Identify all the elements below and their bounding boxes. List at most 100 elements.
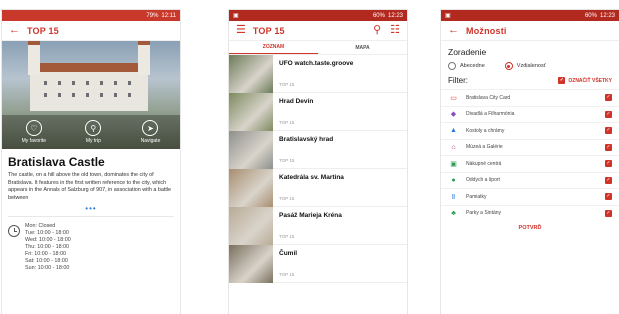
checkbox-checked-icon: ✓	[558, 77, 566, 84]
list-item[interactable]: Pasáž Marieja Kréna TOP 15	[229, 207, 407, 245]
confirm-button[interactable]: POTVRĎ	[441, 221, 619, 231]
notification-icon: ▣	[445, 13, 451, 19]
filter-label: Bratislava City Card	[466, 94, 511, 101]
hours-line: Sat: 10:00 - 18:00	[25, 258, 68, 264]
list-item[interactable]: UFO watch.taste.groove TOP 15	[229, 55, 407, 93]
list-item-title: Bratislavský hrad	[279, 136, 334, 143]
notification-icon: ▣	[233, 13, 239, 19]
filter-row[interactable]: ⌂ Múzeá a Galérie ✓	[441, 138, 619, 156]
checkbox-checked-icon[interactable]: ✓	[605, 209, 612, 217]
mark-all-button[interactable]: ✓ OZNAČIŤ VŠETKY	[558, 77, 612, 84]
sort-distance-radio[interactable]: Vzdialenosť	[504, 62, 546, 70]
page-title: TOP 15	[252, 25, 285, 36]
filter-title: Filter:	[448, 76, 468, 85]
list-item-thumbnail	[229, 207, 273, 245]
filter-row[interactable]: ▭ Bratislava City Card ✓	[441, 89, 619, 106]
checkbox-checked-icon[interactable]: ✓	[605, 193, 612, 201]
search-icon[interactable]: ⚲	[373, 25, 381, 36]
more-button[interactable]: •••	[2, 204, 180, 213]
filter-label: Nákupné centrá	[466, 160, 502, 167]
tab-map[interactable]: MAPA	[318, 41, 407, 54]
status-bar: 79% 12:11	[2, 10, 180, 21]
hours-line: Tue: 10:00 - 18:00	[25, 230, 69, 236]
filter-row[interactable]: ● Oddych a šport ✓	[441, 171, 619, 189]
castle-illustration	[28, 41, 150, 111]
opening-hours: Mon: Closed Tue: 10:00 - 18:00 Wed: 10:0…	[2, 217, 180, 278]
hours-line: Fri: 10:00 - 18:00	[25, 251, 67, 257]
back-arrow-icon[interactable]: ←	[448, 25, 459, 36]
hours-line: Thu: 10:00 - 18:00	[25, 244, 70, 250]
filter-label: Divadlá a Filharmónia	[466, 111, 515, 118]
menu-icon[interactable]: ☰	[236, 25, 246, 36]
radio-off-icon	[448, 62, 456, 70]
my-trip-button[interactable]: ⚲ My trip	[85, 120, 102, 144]
filter-row[interactable]: ◆ Divadlá a Filharmónia ✓	[441, 105, 619, 123]
category-icon: ♣	[451, 209, 456, 217]
category-icon: ⌂	[451, 143, 456, 151]
list-item[interactable]: Čumil TOP 15	[229, 245, 407, 283]
list-item-thumbnail	[229, 169, 273, 207]
battery-text: 79%	[146, 12, 159, 19]
filter-header: Filter: ✓ OZNAČIŤ VŠETKY	[441, 74, 619, 89]
category-icon: ▭	[450, 94, 457, 102]
list-screen: ▣ 60% 12:23 ☰ TOP 15 ⚲ ☷ ZOZNAM MAPA UFO…	[229, 10, 407, 314]
filter-sliders-icon[interactable]: ☷	[390, 25, 400, 36]
filter-label: Oddych a šport	[466, 177, 500, 184]
filter-list: ▭ Bratislava City Card ✓ ◆ Divadlá a Filharm…	[441, 89, 619, 221]
battery-text: 60%	[584, 12, 597, 19]
list-item-subtitle: TOP 15	[279, 82, 295, 87]
time-text: 12:11	[161, 12, 176, 19]
place-description: The castle, on a hill above the old town…	[8, 172, 172, 201]
list-item-title: UFO watch.taste.groove	[279, 60, 354, 67]
options-screen: ▣ 60% 12:23 ← Možnosti Zoradenie Abecedn…	[441, 10, 619, 314]
page-title: TOP 15	[27, 25, 59, 36]
checkbox-checked-icon[interactable]: ✓	[605, 160, 612, 168]
heart-icon: ♡	[25, 120, 42, 136]
back-arrow-icon[interactable]: ←	[9, 25, 20, 36]
filter-label: Kostoly a chrámy	[466, 127, 505, 134]
location-pin-icon: ⚲	[85, 120, 102, 136]
radio-on-icon	[504, 62, 513, 70]
list-item-title: Hrad Devín	[279, 98, 314, 105]
list-item-subtitle: TOP 15	[279, 234, 295, 239]
checkbox-checked-icon[interactable]: ✓	[605, 143, 612, 151]
filter-row[interactable]: ▣ Nákupné centrá ✓	[441, 155, 619, 172]
detail-screen: 79% 12:11 ← TOP 15 ♡ My favorite ⚲ My tr…	[2, 10, 180, 314]
navigate-button[interactable]: ➤ Navigate	[141, 120, 160, 144]
poi-list: UFO watch.taste.groove TOP 15 Hrad Devín TO…	[229, 55, 407, 283]
checkbox-checked-icon[interactable]: ✓	[605, 110, 612, 118]
tab-list[interactable]: ZOZNAM	[229, 41, 318, 54]
list-item[interactable]: Hrad Devín TOP 15	[229, 93, 407, 131]
filter-row[interactable]: ♣ Parky a Sintány ✓	[441, 204, 619, 222]
list-item-subtitle: TOP 15	[279, 196, 295, 201]
list-item[interactable]: Katedrála sv. Martina TOP 15	[229, 169, 407, 207]
checkbox-checked-icon[interactable]: ✓	[605, 127, 612, 135]
time-text: 12:23	[387, 12, 403, 19]
status-bar: ▣ 60% 12:23	[441, 10, 619, 21]
category-icon: Ⅱ	[451, 193, 456, 201]
list-item-thumbnail	[229, 93, 273, 131]
place-title: Bratislava Castle	[8, 155, 105, 169]
list-item[interactable]: Bratislavský hrad TOP 15	[229, 131, 407, 169]
tab-bar: ZOZNAM MAPA	[229, 41, 407, 55]
hours-line: Wed: 10:00 - 18:00	[25, 237, 71, 243]
page-title: Možnosti	[466, 25, 507, 36]
favorite-button[interactable]: ♡ My favorite	[22, 120, 46, 144]
sort-options: Abecedne Vzdialenosť	[441, 60, 619, 74]
list-item-thumbnail	[229, 131, 273, 169]
sort-alphabetical-radio[interactable]: Abecedne	[448, 62, 485, 70]
checkbox-checked-icon[interactable]: ✓	[605, 176, 612, 184]
list-item-title: Čumil	[279, 250, 298, 257]
list-item-thumbnail	[229, 55, 273, 93]
filter-row[interactable]: Ⅱ Pamiatky ✓	[441, 188, 619, 205]
category-icon: ▣	[450, 160, 457, 168]
sort-title: Zoradenie	[448, 47, 487, 57]
clock-icon	[8, 225, 20, 237]
castle-photo: ♡ My favorite ⚲ My trip ➤ Navigate	[2, 41, 180, 149]
list-item-subtitle: TOP 15	[279, 272, 295, 277]
hours-line: Sun: 10:00 - 18:00	[25, 265, 70, 271]
app-bar: ← TOP 15	[2, 21, 180, 41]
hero-actions: ♡ My favorite ⚲ My trip ➤ Navigate	[2, 115, 180, 149]
filter-row[interactable]: ▲ Kostoly a chrámy ✓	[441, 122, 619, 139]
checkbox-checked-icon[interactable]: ✓	[605, 94, 612, 102]
